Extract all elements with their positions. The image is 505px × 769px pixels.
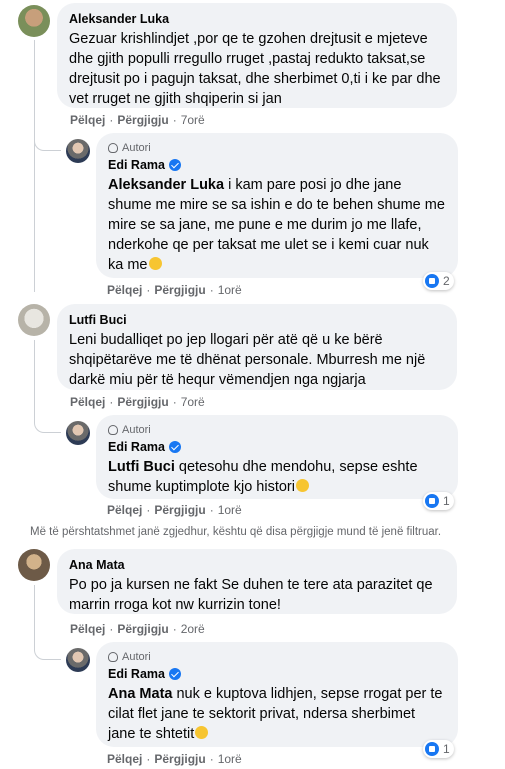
reply-button[interactable]: Përgjigju (154, 283, 205, 297)
reply-bubble: Autori Edi Rama Lutfi Buci qetesohu dhe … (96, 415, 458, 499)
timestamp[interactable]: 2orë (181, 622, 205, 636)
mention-link[interactable]: Aleksander Luka (108, 177, 224, 193)
like-button[interactable]: Pëlqej (107, 752, 142, 766)
like-button[interactable]: Pëlqej (70, 622, 105, 636)
comment-author[interactable]: Aleksander Luka (69, 11, 445, 27)
like-button[interactable]: Pëlqej (70, 395, 105, 409)
avatar[interactable] (66, 139, 90, 163)
reply-actions: Pëlqej · Përgjigju · 1orë (107, 752, 242, 766)
reply-button[interactable]: Përgjigju (154, 503, 205, 517)
thread-connector (34, 585, 35, 637)
reaction-count[interactable]: 2 (423, 272, 454, 290)
reply-bubble: Autori Edi Rama Aleksander Luka i kam pa… (96, 133, 458, 278)
comment-actions: Pëlqej · Përgjigju · 7orë (70, 395, 205, 409)
verified-badge-icon (168, 441, 181, 453)
mention-link[interactable]: Lutfi Buci (108, 459, 175, 475)
avatar[interactable] (18, 5, 50, 37)
smile-emoji-icon (148, 257, 162, 270)
author-badge: Autori (108, 423, 446, 437)
reply-actions: Pëlqej · Përgjigju · 1orë (107, 503, 242, 517)
timestamp[interactable]: 7orë (181, 113, 205, 127)
reaction-count[interactable]: 1 (423, 492, 454, 510)
mention-link[interactable]: Ana Mata (108, 686, 172, 702)
verified-badge-icon (168, 159, 181, 171)
comment-thread: Aleksander Luka Gezuar krishlindjet ,por… (0, 0, 505, 769)
reply-bubble: Autori Edi Rama Ana Mata nuk e kuptova l… (96, 642, 458, 747)
like-reaction-icon (425, 494, 439, 508)
reply-text: Aleksander Luka i kam pare posi jo dhe j… (108, 177, 445, 273)
author-badge: Autori (108, 650, 446, 664)
avatar[interactable] (66, 421, 90, 445)
reply-actions: Pëlqej · Përgjigju · 1orë (107, 283, 242, 297)
reply-author[interactable]: Edi Rama (108, 157, 446, 173)
comment-actions: Pëlqej · Përgjigju · 2orë (70, 622, 205, 636)
avatar[interactable] (18, 549, 50, 581)
reply-text: Ana Mata nuk e kuptova lidhjen, sepse rr… (108, 686, 443, 742)
timestamp[interactable]: 1orë (218, 503, 242, 517)
comment-actions: Pëlqej · Përgjigju · 7orë (70, 113, 205, 127)
comment-author[interactable]: Lutfi Buci (69, 312, 445, 328)
like-button[interactable]: Pëlqej (107, 283, 142, 297)
comment-text: Po po ja kursen ne fakt Se duhen te tere… (69, 577, 433, 613)
comment-text: Gezuar krishlindjet ,por qe te gzohen dr… (69, 31, 441, 107)
thread-connector (34, 128, 61, 151)
smile-emoji-icon (195, 726, 209, 739)
avatar[interactable] (66, 648, 90, 672)
reply-button[interactable]: Përgjigju (117, 622, 168, 636)
like-reaction-icon (425, 274, 439, 288)
reply-button[interactable]: Përgjigju (117, 113, 168, 127)
author-badge: Autori (108, 141, 446, 155)
comment-bubble: Aleksander Luka Gezuar krishlindjet ,por… (57, 3, 457, 108)
reply-text: Lutfi Buci qetesohu dhe mendohu, sepse e… (108, 459, 418, 495)
thread-connector (34, 40, 35, 292)
reply-author[interactable]: Edi Rama (108, 666, 446, 682)
timestamp[interactable]: 7orë (181, 395, 205, 409)
verified-badge-icon (168, 668, 181, 680)
thread-connector (34, 340, 35, 410)
filter-notice: Më të përshtatshmet janë zgjedhur, kësht… (30, 526, 442, 538)
like-reaction-icon (425, 742, 439, 756)
reply-button[interactable]: Përgjigju (154, 752, 205, 766)
comment-bubble: Ana Mata Po po ja kursen ne fakt Se duhe… (57, 549, 457, 614)
avatar[interactable] (18, 304, 50, 336)
like-button[interactable]: Pëlqej (107, 503, 142, 517)
author-badge-icon (108, 143, 118, 153)
comment-text: Leni budalliqet po jep llogari për atë q… (69, 332, 426, 388)
comment-author[interactable]: Ana Mata (69, 557, 445, 573)
reply-author[interactable]: Edi Rama (108, 439, 446, 455)
reaction-count[interactable]: 1 (423, 740, 454, 758)
like-button[interactable]: Pëlqej (70, 113, 105, 127)
smile-emoji-icon (295, 479, 309, 492)
thread-connector (34, 637, 61, 660)
author-badge-icon (108, 425, 118, 435)
author-badge-icon (108, 652, 118, 662)
timestamp[interactable]: 1orë (218, 283, 242, 297)
thread-connector (34, 410, 61, 433)
comment-bubble: Lutfi Buci Leni budalliqet po jep llogar… (57, 304, 457, 390)
reply-button[interactable]: Përgjigju (117, 395, 168, 409)
timestamp[interactable]: 1orë (218, 752, 242, 766)
